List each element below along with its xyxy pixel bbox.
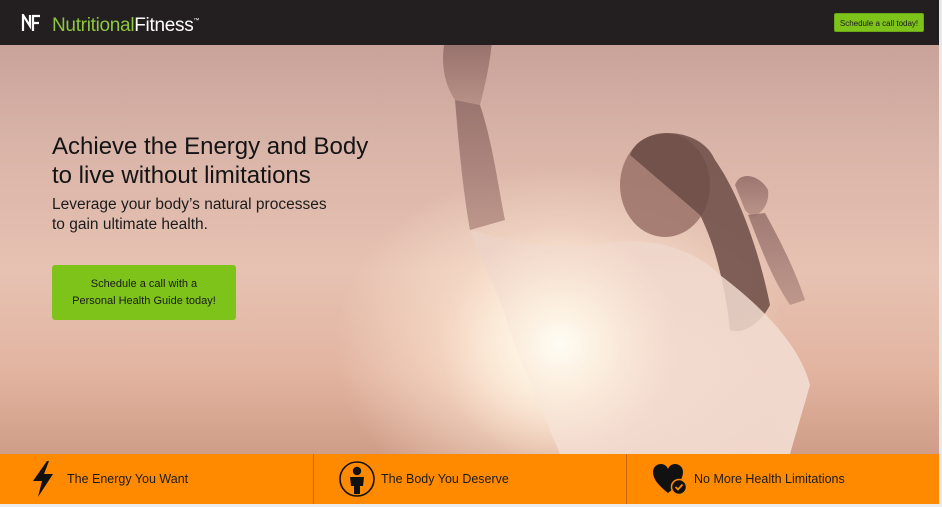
heart-check-icon [652,461,688,497]
feature-body: The Body You Deserve [313,454,626,504]
lightning-bolt-icon [25,461,61,497]
feature-energy-label: The Energy You Want [67,472,189,486]
hero-title: Achieve the Energy and Body to live with… [52,133,369,189]
features-strip: The Energy You Want The Body You Deserve… [0,454,939,504]
logo-trademark: ™ [193,17,200,24]
feature-energy: The Energy You Want [0,454,313,504]
site-logo[interactable]: NutritionalFitness™ [21,11,199,36]
feature-limitations: No More Health Limitations [626,454,939,504]
feature-limitations-label: No More Health Limitations [694,472,845,486]
logo-word-2: Fitness [134,14,194,36]
hero-woman-image [440,45,810,454]
site-header: NutritionalFitness™ Schedule a call toda… [0,0,939,45]
logo-word-1: Nutritional [52,14,135,36]
hero-subtitle: Leverage your body’s natural processes t… [52,196,327,233]
logo-wordmark: NutritionalFitness™ [52,11,199,36]
hero-schedule-button[interactable]: Schedule a call with a Personal Health G… [52,265,236,320]
nf-logo-icon [21,14,40,31]
feature-body-label: The Body You Deserve [381,472,509,486]
header-schedule-button[interactable]: Schedule a call today! [834,13,924,32]
hero-section: Achieve the Energy and Body to live with… [0,45,939,454]
body-silhouette-icon [339,461,375,497]
